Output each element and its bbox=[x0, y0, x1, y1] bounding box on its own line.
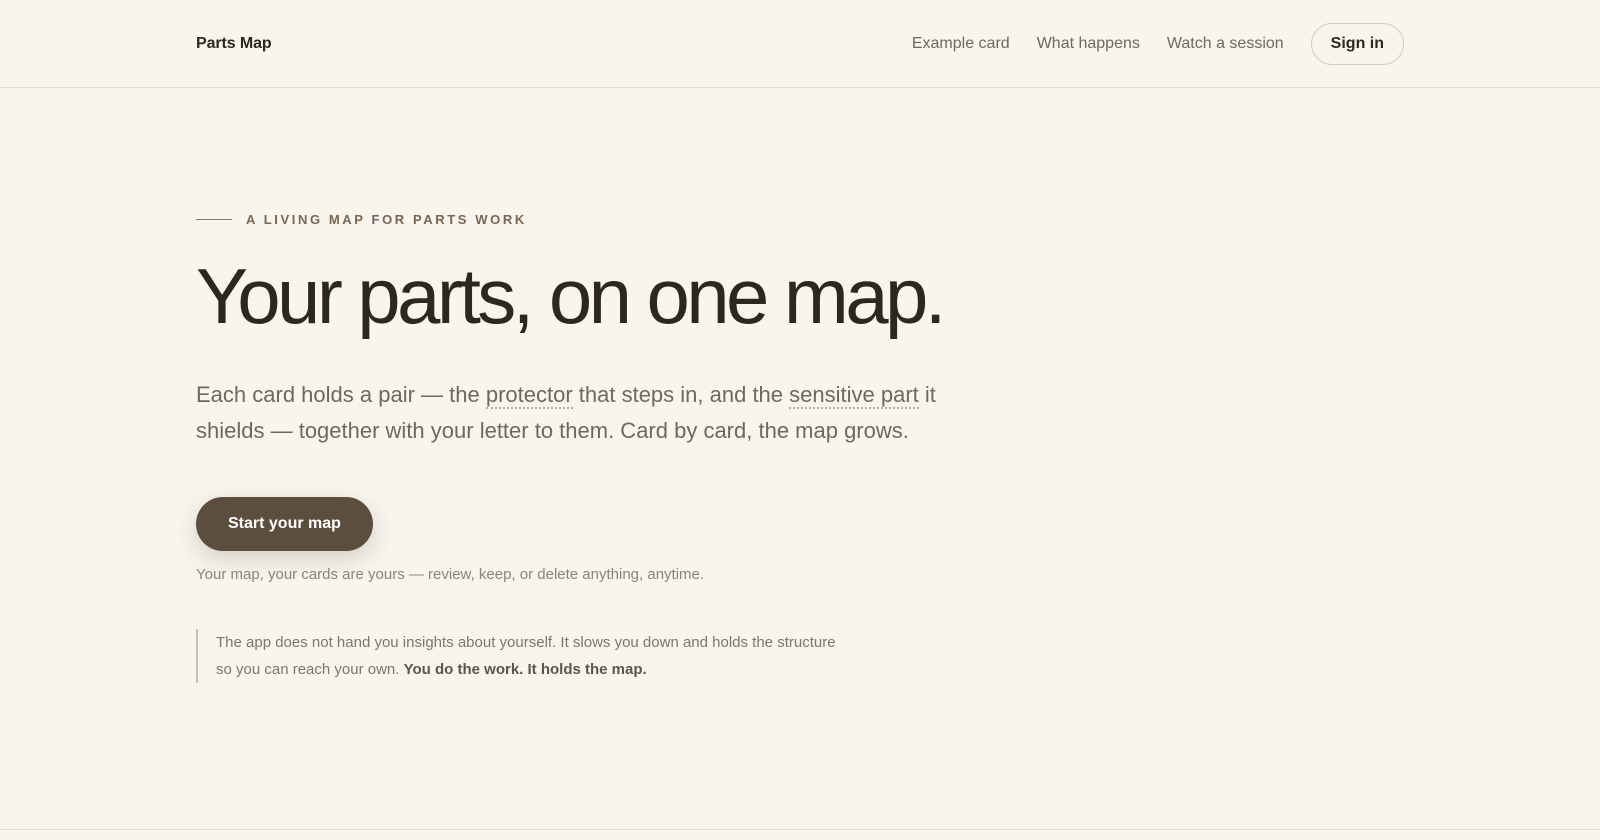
page-title: Your parts, on one map. bbox=[196, 252, 946, 340]
quote-emphasis: You do the work. It holds the map. bbox=[403, 661, 647, 678]
sign-in-button[interactable]: Sign in bbox=[1310, 22, 1404, 65]
term-sensitive-part[interactable]: sensitive part bbox=[789, 382, 919, 409]
nav-link-what-happens[interactable]: What happens bbox=[1037, 35, 1140, 53]
main-nav: Example card What happens Watch a sessio… bbox=[912, 22, 1404, 65]
eyebrow: A LIVING MAP FOR PARTS WORK bbox=[196, 209, 1600, 229]
start-map-button[interactable]: Start your map bbox=[196, 497, 373, 551]
lead-text-1: Each card holds a pair — the bbox=[196, 382, 486, 407]
lead-paragraph: Each card holds a pair — the protector t… bbox=[196, 377, 946, 449]
nav-link-watch-session[interactable]: Watch a session bbox=[1167, 35, 1284, 53]
site-header: Parts Map Example card What happens Watc… bbox=[0, 0, 1600, 88]
nav-link-example-card[interactable]: Example card bbox=[912, 35, 1010, 53]
hero-section: A LIVING MAP FOR PARTS WORK Your parts, … bbox=[0, 88, 1600, 683]
lead-text-2: that steps in, and the bbox=[572, 382, 790, 407]
term-protector[interactable]: protector bbox=[485, 382, 573, 409]
eyebrow-rule bbox=[196, 218, 232, 220]
footer-divider bbox=[0, 829, 1600, 830]
eyebrow-text: A LIVING MAP FOR PARTS WORK bbox=[246, 211, 527, 227]
brand-logo[interactable]: Parts Map bbox=[196, 35, 272, 53]
philosophy-quote: The app does not hand you insights about… bbox=[196, 629, 836, 683]
ownership-note: Your map, your cards are yours — review,… bbox=[196, 566, 705, 583]
